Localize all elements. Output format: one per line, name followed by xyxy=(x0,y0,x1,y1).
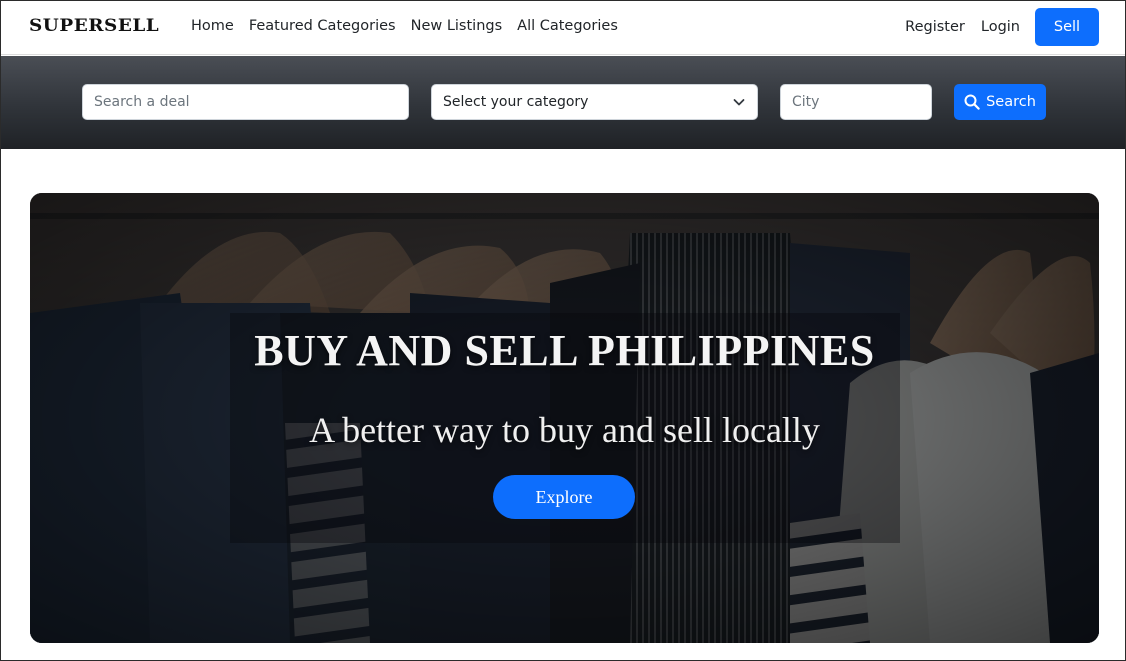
top-navbar: SUPERSELL Home Featured Categories New L… xyxy=(1,1,1125,55)
account-nav: Register Login Sell xyxy=(905,8,1099,46)
nav-all-categories[interactable]: All Categories xyxy=(517,18,618,34)
search-bar: Search a deal Select your category City … xyxy=(1,56,1125,149)
sell-button[interactable]: Sell xyxy=(1035,8,1099,46)
hero-banner: BUY AND SELL PHILIPPINES A better way to… xyxy=(30,193,1099,643)
brand-logo[interactable]: SUPERSELL xyxy=(29,16,159,36)
hero-subtitle: A better way to buy and sell locally xyxy=(309,410,820,450)
login-link[interactable]: Login xyxy=(981,19,1020,35)
nav-featured-categories[interactable]: Featured Categories xyxy=(249,18,396,34)
page: SUPERSELL Home Featured Categories New L… xyxy=(0,0,1126,661)
register-link[interactable]: Register xyxy=(905,19,965,35)
search-button-label: Search xyxy=(986,94,1036,110)
category-select-value: Select your category xyxy=(443,94,589,110)
search-icon xyxy=(964,94,980,110)
main-nav: Home Featured Categories New Listings Al… xyxy=(191,18,633,34)
nav-new-listings[interactable]: New Listings xyxy=(411,18,503,34)
nav-home[interactable]: Home xyxy=(191,18,234,34)
deal-search-input[interactable]: Search a deal xyxy=(82,84,409,120)
category-select[interactable]: Select your category xyxy=(431,84,758,120)
hero-title: BUY AND SELL PHILIPPINES xyxy=(254,326,875,375)
city-input[interactable]: City xyxy=(780,84,932,120)
chevron-down-icon xyxy=(733,99,745,106)
explore-button[interactable]: Explore xyxy=(493,475,635,519)
search-button[interactable]: Search xyxy=(954,84,1046,120)
